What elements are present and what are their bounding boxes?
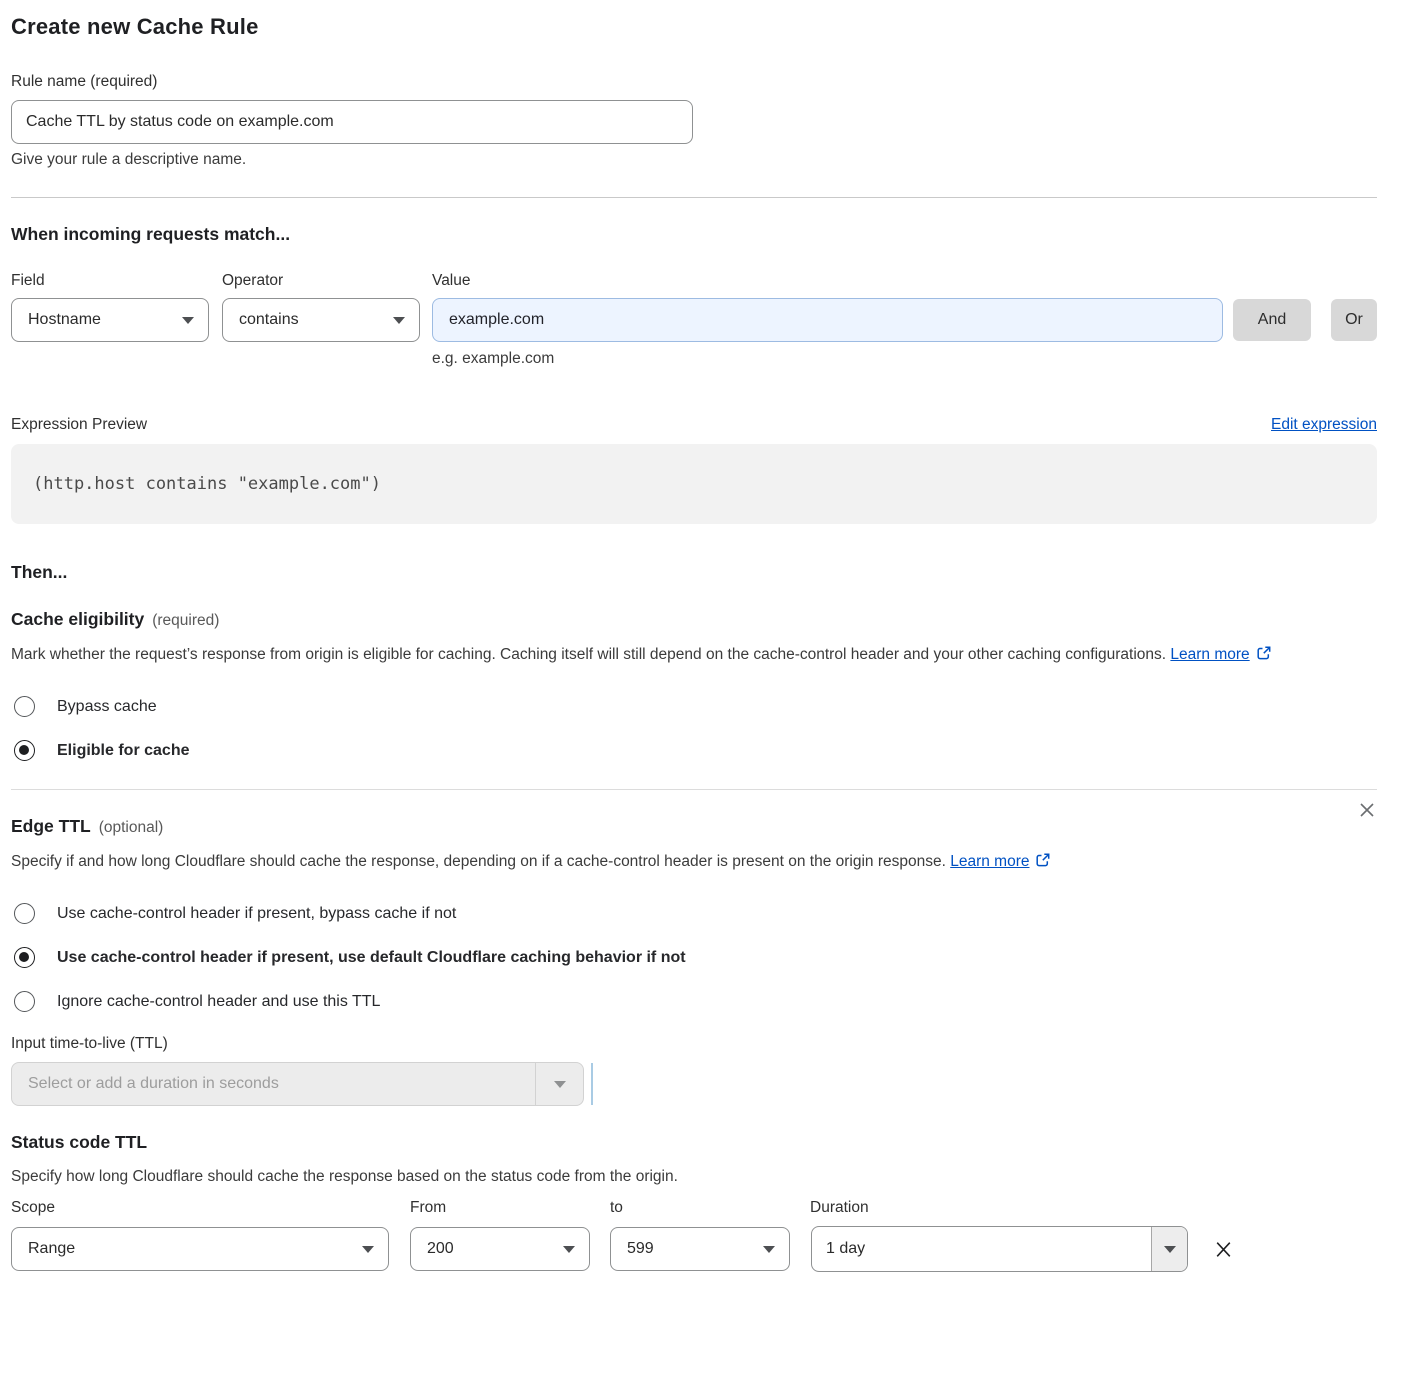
chevron-down-icon <box>1164 1246 1176 1253</box>
ttl-duration-chevron-button[interactable] <box>535 1063 583 1105</box>
field-select[interactable]: Hostname <box>11 298 209 342</box>
external-link-icon <box>1256 643 1272 671</box>
scope-label: Scope <box>11 1199 410 1217</box>
ttl-duration-placeholder: Select or add a duration in seconds <box>12 1063 535 1105</box>
field-select-value: Hostname <box>28 311 101 329</box>
ttl-input-label: Input time-to-live (TTL) <box>11 1035 1377 1053</box>
page-title: Create new Cache Rule <box>11 14 1377 40</box>
edge-ttl-title: Edge TTL <box>11 816 91 836</box>
to-select[interactable]: 599 <box>610 1227 790 1271</box>
expression-code: (http.host contains "example.com") <box>33 474 381 494</box>
learn-more-link[interactable]: Learn more <box>950 853 1029 870</box>
match-heading: When incoming requests match... <box>11 224 1377 245</box>
external-link-icon <box>1035 850 1051 878</box>
scope-select[interactable]: Range <box>11 1227 389 1271</box>
duration-label: Duration <box>810 1199 869 1217</box>
cache-eligibility-heading: Cache eligibility (required) <box>11 609 1377 630</box>
field-label: Field <box>11 272 222 290</box>
close-icon[interactable] <box>1357 800 1377 825</box>
radio-use-header-default[interactable]: Use cache-control header if present, use… <box>11 947 1377 968</box>
duration-select-value: 1 day <box>812 1227 1151 1271</box>
status-code-ttl-heading: Status code TTL <box>11 1132 1377 1153</box>
expression-preview-box: (http.host contains "example.com") <box>11 444 1377 524</box>
duration-select[interactable]: 1 day <box>811 1226 1188 1272</box>
to-label: to <box>610 1199 810 1217</box>
rule-name-input[interactable] <box>11 100 693 144</box>
value-helper: e.g. example.com <box>432 350 1377 368</box>
edge-ttl-description-text: Specify if and how long Cloudflare shoul… <box>11 853 946 870</box>
radio-icon <box>14 740 35 761</box>
radio-label: Ignore cache-control header and use this… <box>57 993 380 1011</box>
radio-bypass-cache[interactable]: Bypass cache <box>11 696 1377 717</box>
radio-label: Eligible for cache <box>57 742 189 760</box>
from-label: From <box>410 1199 610 1217</box>
cache-eligibility-description-text: Mark whether the request’s response from… <box>11 646 1166 663</box>
status-column-labels: Scope From to Duration <box>11 1199 1377 1217</box>
radio-icon <box>14 696 35 717</box>
expression-header: Expression Preview Edit expression <box>11 416 1377 434</box>
or-button[interactable]: Or <box>1331 299 1377 341</box>
match-condition-row: Hostname contains And Or <box>11 298 1377 342</box>
learn-more-link[interactable]: Learn more <box>1170 646 1249 663</box>
operator-select-value: contains <box>239 311 299 329</box>
radio-eligible-for-cache[interactable]: Eligible for cache <box>11 740 1377 761</box>
from-select-value: 200 <box>427 1240 454 1258</box>
text-cursor <box>591 1063 593 1105</box>
status-code-ttl-description: Specify how long Cloudflare should cache… <box>11 1168 1377 1186</box>
delete-row-icon[interactable] <box>1213 1239 1234 1260</box>
chevron-down-icon <box>563 1246 575 1253</box>
cache-eligibility-options: Bypass cache Eligible for cache <box>11 696 1377 761</box>
radio-label: Bypass cache <box>57 698 157 716</box>
rule-name-section: Rule name (required) Give your rule a de… <box>11 73 1377 169</box>
and-button[interactable]: And <box>1233 299 1311 341</box>
to-select-value: 599 <box>627 1240 654 1258</box>
chevron-down-icon <box>362 1246 374 1253</box>
operator-label: Operator <box>222 272 432 290</box>
ttl-input-section: Input time-to-live (TTL) Select or add a… <box>11 1035 1377 1106</box>
then-heading: Then... <box>11 562 1377 583</box>
radio-use-header-bypass[interactable]: Use cache-control header if present, byp… <box>11 903 1377 924</box>
chevron-down-icon <box>554 1081 566 1088</box>
chevron-down-icon <box>393 317 405 324</box>
radio-ignore-header[interactable]: Ignore cache-control header and use this… <box>11 991 1377 1012</box>
edit-expression-link[interactable]: Edit expression <box>1271 416 1377 434</box>
edge-ttl-options: Use cache-control header if present, byp… <box>11 903 1377 1012</box>
value-label: Value <box>432 272 471 290</box>
expression-preview-label: Expression Preview <box>11 416 147 434</box>
edge-ttl-description: Specify if and how long Cloudflare shoul… <box>11 848 1131 878</box>
ttl-combo-row: Select or add a duration in seconds <box>11 1062 1377 1106</box>
match-column-labels: Field Operator Value <box>11 272 1377 290</box>
radio-icon <box>14 991 35 1012</box>
cache-eligibility-description: Mark whether the request’s response from… <box>11 641 1363 671</box>
from-select[interactable]: 200 <box>410 1227 590 1271</box>
duration-chevron-button[interactable] <box>1151 1227 1187 1271</box>
operator-select[interactable]: contains <box>222 298 420 342</box>
status-code-ttl-row: Range 200 599 1 day <box>11 1226 1377 1272</box>
create-cache-rule-page: Create new Cache Rule Rule name (require… <box>0 0 1412 1302</box>
chevron-down-icon <box>182 317 194 324</box>
radio-icon <box>14 947 35 968</box>
radio-icon <box>14 903 35 924</box>
ttl-duration-select[interactable]: Select or add a duration in seconds <box>11 1062 584 1106</box>
edge-ttl-heading: Edge TTL (optional) <box>11 816 163 837</box>
cache-eligibility-title: Cache eligibility <box>11 609 144 629</box>
scope-select-value: Range <box>28 1240 75 1258</box>
optional-note: (optional) <box>99 819 164 836</box>
section-divider <box>11 197 1377 198</box>
radio-label: Use cache-control header if present, use… <box>57 949 686 967</box>
chevron-down-icon <box>763 1246 775 1253</box>
rule-name-helper: Give your rule a descriptive name. <box>11 151 1377 169</box>
value-input[interactable] <box>432 298 1223 342</box>
edge-ttl-header: Edge TTL (optional) <box>11 790 1377 837</box>
radio-label: Use cache-control header if present, byp… <box>57 905 456 923</box>
rule-name-label: Rule name (required) <box>11 73 1377 91</box>
required-note: (required) <box>152 612 219 629</box>
